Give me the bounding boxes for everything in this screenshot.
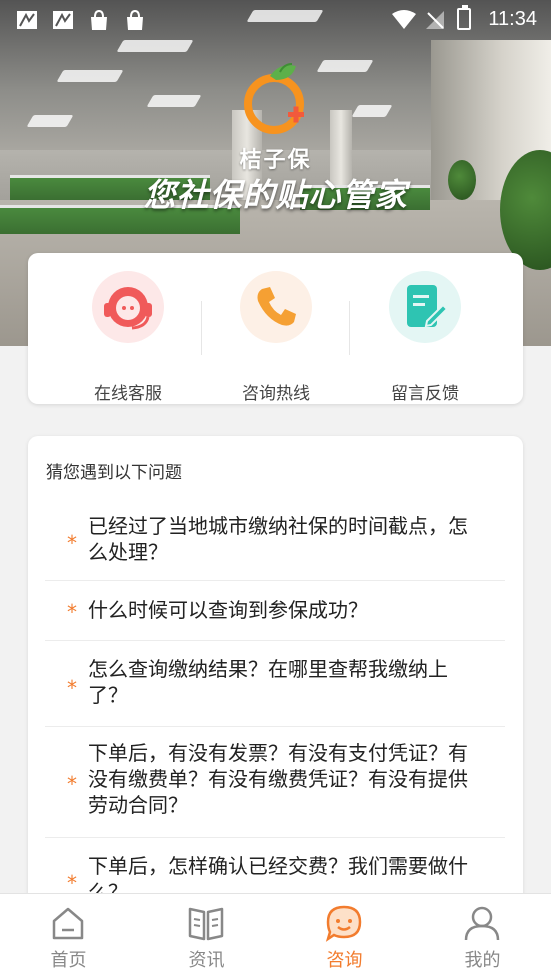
shopping-bag-icon [91,9,107,30]
nav-me-label: 我的 [464,950,501,971]
edit-note-icon [407,285,449,328]
phone-icon [257,287,296,326]
ceiling-light [146,95,202,107]
shopping-bag-icon [127,9,143,30]
faq-item[interactable]: * 下单后，有没有发票？有没有支付凭证？有没有缴费单？有没有缴费凭证？有没有提供… [45,726,505,838]
bullet-star-icon: * [67,871,77,895]
faq-item-text: 怎么查询缴纳结果？在哪里查帮我缴纳上了？ [88,657,448,707]
nav-consult[interactable]: 咨询 [276,894,413,980]
feedback-icon-bg [389,271,461,343]
ceiling-light [316,60,374,72]
notification-icon [53,11,73,29]
online-service-button[interactable]: 在线客服 [53,271,203,404]
bullet-star-icon: * [67,772,77,796]
ceiling-light [351,105,393,117]
faq-item[interactable]: * 已经过了当地城市缴纳社保的时间截点，怎么处理？ [45,503,505,581]
bullet-star-icon: * [67,676,77,700]
ceiling-light [26,115,74,127]
home-icon [52,907,84,940]
banner-slogan: 您社保的贴心管家 [143,176,408,214]
nav-home[interactable]: 首页 [0,894,137,980]
chat-icon [325,905,362,942]
nav-home-label: 首页 [50,950,87,971]
notification-icon [17,11,37,29]
faq-card: 猜您遇到以下问题 * 已经过了当地城市缴纳社保的时间截点，怎么处理？ * 什么时… [28,436,523,936]
feedback-button[interactable]: 留言反馈 [350,271,500,404]
wifi-icon [392,10,416,29]
feedback-label: 留言反馈 [391,384,459,404]
faq-item[interactable]: * 什么时候可以查询到参保成功？ [45,580,505,641]
no-signal-icon [426,11,444,29]
ceiling-light [116,40,194,52]
bottom-nav: 首页 资讯 咨询 我的 [0,893,551,980]
headset-icon [104,287,152,330]
online-service-label: 在线客服 [94,384,162,404]
status-bar: 11:34 [0,0,551,40]
bullet-star-icon: * [67,531,77,555]
nav-consult-label: 咨询 [326,950,363,971]
user-icon [464,906,500,941]
nav-news-label: 资讯 [188,950,225,971]
nav-me[interactable]: 我的 [414,894,551,980]
hotline-label: 咨询热线 [242,384,310,404]
hotline-icon-bg [240,271,312,343]
bullet-star-icon: * [67,600,77,624]
battery-charging-icon [457,5,471,30]
online-service-icon-bg [92,271,164,343]
service-card: 在线客服 咨询热线 留言反馈 [28,253,523,404]
nav-news[interactable]: 资讯 [138,894,275,980]
faq-item[interactable]: * 怎么查询缴纳结果？在哪里查帮我缴纳上了？ [45,640,505,727]
faq-title: 猜您遇到以下问题 [46,463,182,483]
orange-logo-icon [244,63,304,134]
faq-item-text: 下单后，有没有发票？有没有支付凭证？有没有缴费单？有没有缴费凭证？有没有提供劳动… [88,741,468,817]
hotline-button[interactable]: 咨询热线 [201,271,351,404]
ceiling-light [56,70,124,82]
book-icon [188,907,224,941]
faq-item-text: 已经过了当地城市缴纳社保的时间截点，怎么处理？ [88,514,468,564]
status-time: 11:34 [488,8,537,30]
faq-item-text: 什么时候可以查询到参保成功？ [88,598,368,622]
